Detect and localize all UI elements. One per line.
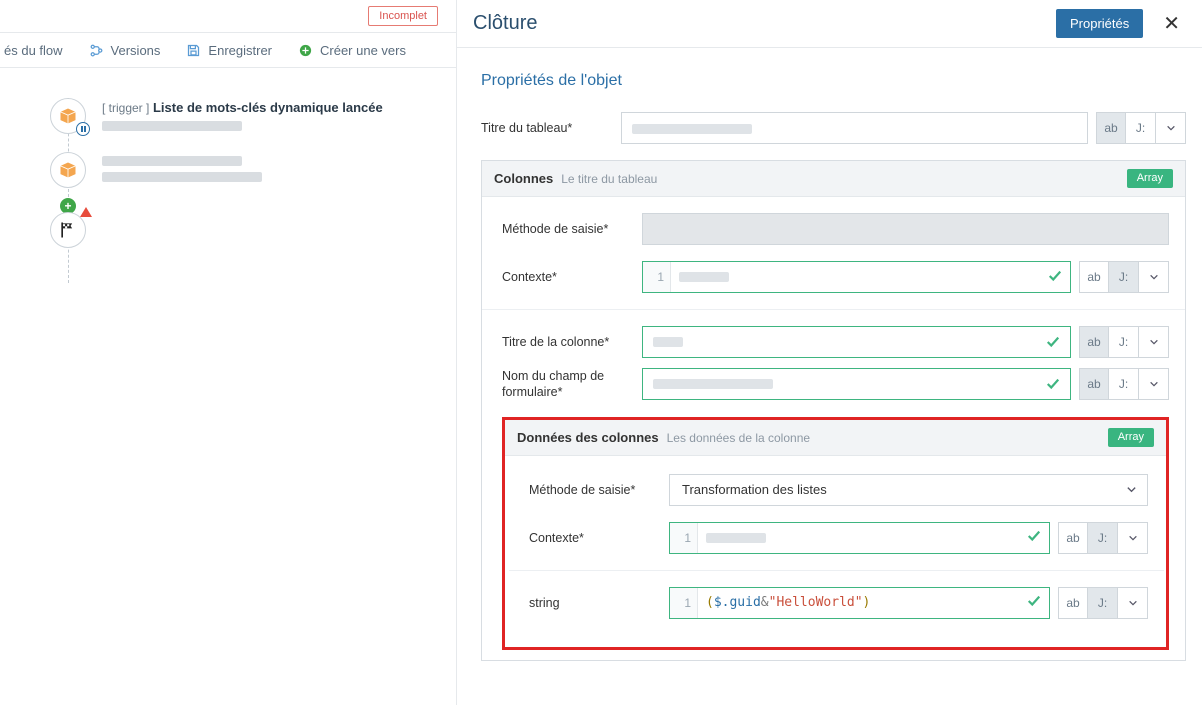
save-icon — [186, 43, 201, 58]
panel-title: Clôture — [473, 12, 537, 35]
toolbar-create-version[interactable]: Créer une vers — [298, 43, 406, 58]
mode-jsonata-button[interactable]: J: — [1109, 368, 1139, 400]
flag-checkered-icon — [58, 220, 78, 240]
mode-ab-button[interactable]: ab — [1079, 368, 1109, 400]
columns-head-sub: Le titre du tableau — [561, 172, 657, 186]
valid-icon — [1046, 335, 1060, 349]
column-title-label: Titre de la colonne* — [502, 335, 642, 349]
plus-circle-icon — [298, 43, 313, 58]
chevron-down-icon — [1126, 484, 1137, 495]
node-step[interactable] — [50, 152, 438, 188]
close-icon[interactable]: ✕ — [1157, 7, 1186, 40]
toolbar-versions-label: Versions — [111, 43, 161, 58]
mode-jsonata-button[interactable]: J: — [1109, 326, 1139, 358]
chevron-down-icon — [1149, 337, 1159, 347]
form-field-name-label: Nom du champ de formulaire* — [502, 368, 642, 401]
mode-dropdown-button[interactable] — [1118, 522, 1148, 554]
column-title-input[interactable] — [642, 326, 1071, 358]
cd-string-input[interactable]: 1 ($.guid&"HelloWorld") — [669, 587, 1050, 619]
placeholder — [102, 121, 242, 131]
method-input[interactable] — [642, 213, 1169, 245]
node-trigger[interactable]: [ trigger ] Liste de mots-clés dynamique… — [50, 98, 438, 134]
context-input[interactable]: 1 — [642, 261, 1071, 293]
method-select[interactable]: Transformation des listes — [669, 474, 1148, 506]
cd-context-input[interactable]: 1 — [669, 522, 1050, 554]
mode-jsonata-button[interactable]: J: — [1088, 522, 1118, 554]
cd-string-label: string — [529, 596, 669, 610]
trigger-prefix: [ trigger ] — [102, 101, 149, 115]
array-badge: Array — [1127, 169, 1173, 188]
chevron-down-icon — [1149, 272, 1159, 282]
mode-jsonata-button[interactable]: J: — [1126, 112, 1156, 144]
toolbar-flow-label: és du flow — [4, 43, 63, 58]
mode-ab-button[interactable]: ab — [1096, 112, 1126, 144]
versions-icon — [89, 43, 104, 58]
properties-button[interactable]: Propriétés — [1056, 9, 1143, 38]
line-number: 1 — [670, 588, 698, 618]
method-select-value: Transformation des listes — [682, 482, 827, 497]
cd-context-label: Contexte* — [529, 531, 669, 545]
section-title: Propriétés de l'objet — [481, 72, 1186, 90]
table-title-input[interactable] — [621, 112, 1088, 144]
mode-ab-button[interactable]: ab — [1058, 522, 1088, 554]
column-data-head-sub: Les données de la colonne — [667, 431, 810, 445]
toolbar-create-version-label: Créer une vers — [320, 43, 406, 58]
mode-jsonata-button[interactable]: J: — [1088, 587, 1118, 619]
package-icon — [58, 160, 78, 180]
toolbar-versions[interactable]: Versions — [89, 43, 161, 58]
pause-badge-icon — [76, 122, 90, 136]
array-badge: Array — [1108, 428, 1154, 447]
mode-dropdown-button[interactable] — [1118, 587, 1148, 619]
line-number: 1 — [670, 523, 698, 553]
mode-ab-button[interactable]: ab — [1058, 587, 1088, 619]
chevron-down-icon — [1149, 379, 1159, 389]
columns-section: Colonnes Le titre du tableau Array Métho… — [481, 160, 1186, 661]
mode-jsonata-button[interactable]: J: — [1109, 261, 1139, 293]
line-number: 1 — [643, 262, 671, 292]
mode-ab-button[interactable]: ab — [1079, 261, 1109, 293]
toolbar-flow-config[interactable]: és du flow — [4, 43, 63, 58]
table-title-label: Titre du tableau* — [481, 121, 621, 135]
placeholder — [102, 172, 262, 182]
mode-ab-button[interactable]: ab — [1079, 326, 1109, 358]
method-label: Méthode de saisie* — [502, 222, 642, 236]
left-toolbar: és du flow Versions Enregistrer Créer un… — [0, 32, 456, 68]
valid-icon — [1046, 377, 1060, 391]
jsonata-expression: ($.guid&"HelloWorld") — [698, 589, 1019, 616]
column-data-head-main: Données des colonnes — [517, 430, 659, 445]
trigger-title: Liste de mots-clés dynamique lancée — [153, 100, 383, 115]
toolbar-save[interactable]: Enregistrer — [186, 43, 272, 58]
columns-head-main: Colonnes — [494, 171, 553, 186]
chevron-down-icon — [1128, 533, 1138, 543]
status-badge: Incomplet — [368, 6, 438, 26]
mode-dropdown-button[interactable] — [1139, 326, 1169, 358]
mode-dropdown-button[interactable] — [1139, 261, 1169, 293]
context-label: Contexte* — [502, 270, 642, 284]
mode-dropdown-button[interactable] — [1156, 112, 1186, 144]
node-end[interactable] — [50, 212, 438, 248]
valid-icon — [1019, 529, 1049, 546]
flow-canvas: [ trigger ] Liste de mots-clés dynamique… — [0, 68, 456, 705]
toolbar-save-label: Enregistrer — [208, 43, 272, 58]
form-field-name-input[interactable] — [642, 368, 1071, 400]
cd-method-label: Méthode de saisie* — [529, 483, 669, 497]
valid-icon — [1019, 594, 1049, 611]
valid-icon — [1040, 269, 1070, 286]
chevron-down-icon — [1166, 123, 1176, 133]
placeholder — [102, 156, 242, 166]
chevron-down-icon — [1128, 598, 1138, 608]
column-data-section-highlighted: Données des colonnes Les données de la c… — [502, 417, 1169, 650]
package-icon — [58, 106, 78, 126]
warning-icon — [80, 207, 92, 217]
properties-panel: Clôture Propriétés ✕ Propriétés de l'obj… — [456, 0, 1202, 705]
mode-dropdown-button[interactable] — [1139, 368, 1169, 400]
